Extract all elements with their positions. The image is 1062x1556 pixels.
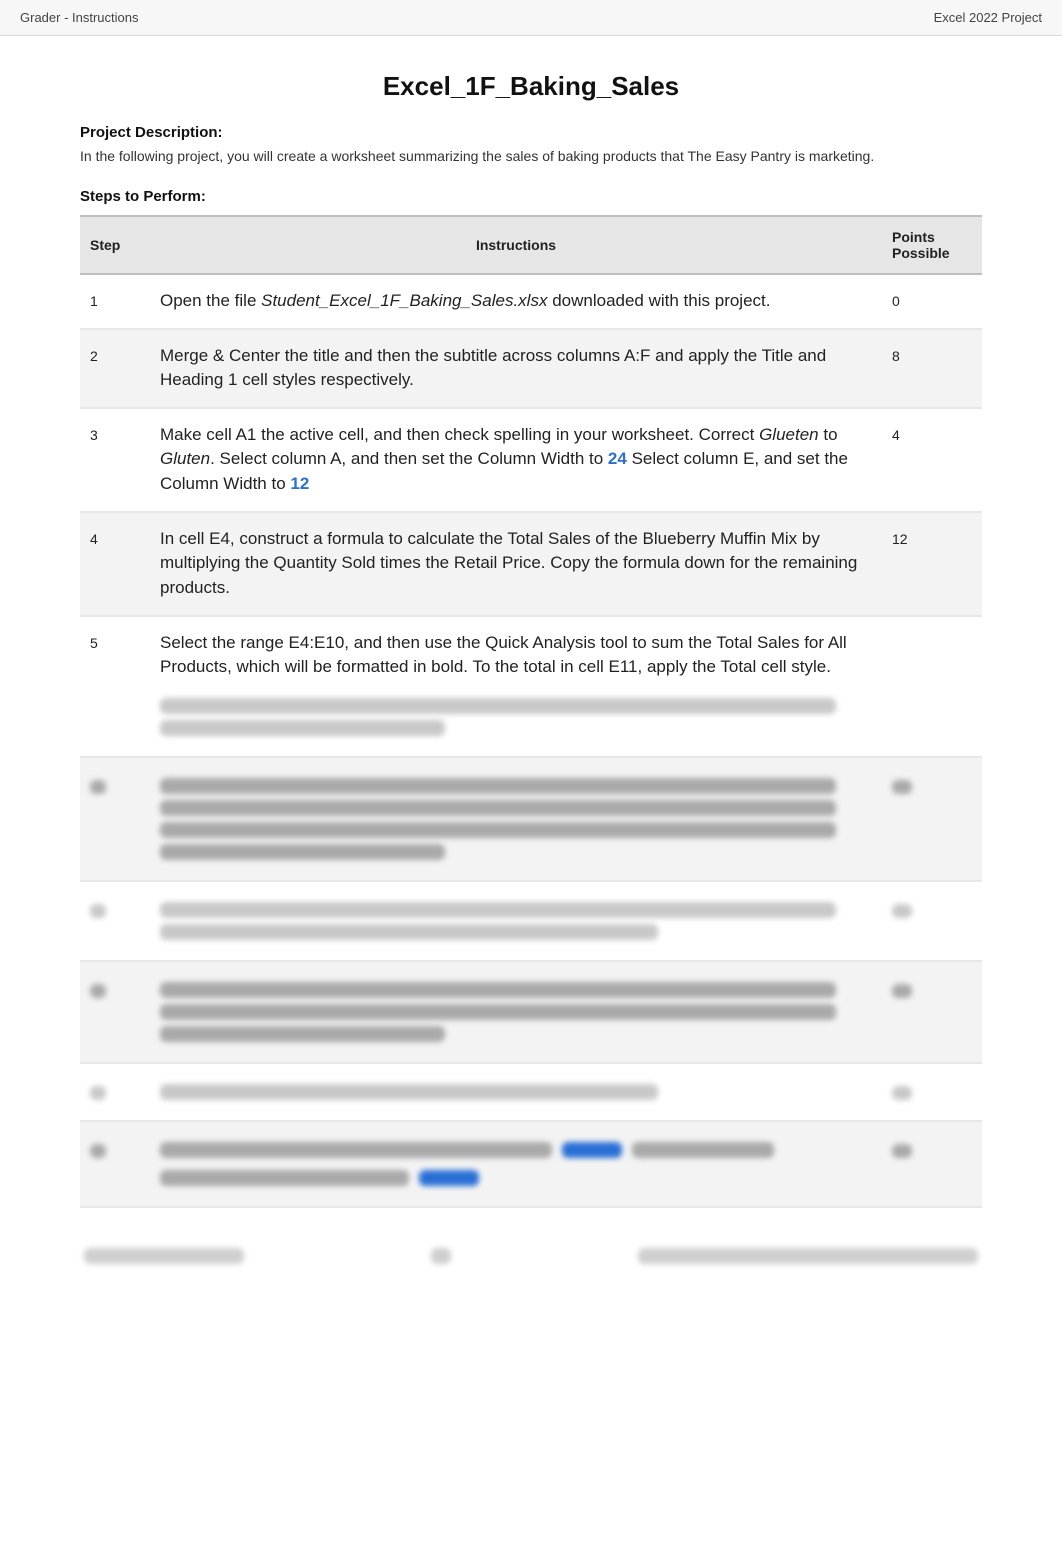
- italic-term: Gluten: [160, 449, 210, 468]
- step-instructions: Open the file Student_Excel_1F_Baking_Sa…: [150, 274, 882, 329]
- blurred-blue-content: [419, 1170, 479, 1186]
- table-row-blurred: [80, 1121, 982, 1207]
- instr-text: . Select column A, and then set the Colu…: [210, 449, 608, 468]
- blurred-content: [160, 822, 836, 838]
- table-header-row: Step Instructions Points Possible: [80, 216, 982, 274]
- blurred-content: [632, 1142, 774, 1158]
- blurred-content: [160, 924, 658, 940]
- step-instructions: In cell E4, construct a formula to calcu…: [150, 512, 882, 616]
- blurred-content: [160, 982, 836, 998]
- step-points: 12: [882, 512, 982, 616]
- blurred-content: [90, 904, 106, 918]
- blurred-content: [160, 1170, 409, 1186]
- blurred-content: [84, 1248, 244, 1264]
- table-row-blurred: [80, 881, 982, 961]
- instr-text: Select the range E4:E10, and then use th…: [160, 633, 847, 677]
- blurred-content: [892, 780, 912, 794]
- step-number: 2: [80, 329, 150, 408]
- step-number: 1: [80, 274, 150, 329]
- col-step: Step: [80, 216, 150, 274]
- blurred-content: [90, 1144, 106, 1158]
- step-points: 8: [882, 329, 982, 408]
- blurred-content: [160, 902, 836, 918]
- table-row: 3 Make cell A1 the active cell, and then…: [80, 408, 982, 512]
- project-description: In the following project, you will creat…: [80, 147, 982, 166]
- table-row-blurred: [80, 961, 982, 1063]
- blue-number: 24: [608, 449, 627, 468]
- blurred-content: [892, 1144, 912, 1158]
- col-points: Points Possible: [882, 216, 982, 274]
- instr-text: to: [819, 425, 838, 444]
- blurred-blue-content: [562, 1142, 622, 1158]
- instr-text: Make cell A1 the active cell, and then c…: [160, 425, 759, 444]
- file-name: Student_Excel_1F_Baking_Sales.xlsx: [261, 291, 547, 310]
- table-row: 5 Select the range E4:E10, and then use …: [80, 616, 982, 757]
- content: Excel_1F_Baking_Sales Project Descriptio…: [0, 36, 1062, 1304]
- table-row-blurred: [80, 757, 982, 881]
- page-title: Excel_1F_Baking_Sales: [80, 71, 982, 102]
- blurred-content: [160, 720, 445, 736]
- steps-heading: Steps to Perform:: [80, 188, 982, 205]
- header-right: Excel 2022 Project: [934, 10, 1042, 25]
- table-row: 4 In cell E4, construct a formula to cal…: [80, 512, 982, 616]
- blurred-content: [160, 844, 445, 860]
- blurred-content: [160, 1142, 552, 1158]
- italic-term: Glueten: [759, 425, 819, 444]
- col-instructions: Instructions: [150, 216, 882, 274]
- table-row: 2 Merge & Center the title and then the …: [80, 329, 982, 408]
- blurred-content: [90, 780, 106, 794]
- footer-blurred: [80, 1248, 982, 1264]
- step-number: 3: [80, 408, 150, 512]
- step-instructions: Make cell A1 the active cell, and then c…: [150, 408, 882, 512]
- blurred-content: [160, 1084, 658, 1100]
- blurred-content: [892, 984, 912, 998]
- steps-table: Step Instructions Points Possible 1 Open…: [80, 215, 982, 1208]
- step-number: 5: [80, 616, 150, 757]
- blurred-content: [160, 800, 836, 816]
- step-points: [882, 616, 982, 757]
- blurred-content: [160, 778, 836, 794]
- step-number: 4: [80, 512, 150, 616]
- instr-text: Open the file: [160, 291, 261, 310]
- instr-text: downloaded with this project.: [547, 291, 770, 310]
- blurred-content: [638, 1248, 978, 1264]
- blue-number: 12: [290, 474, 309, 493]
- header-bar: Grader - Instructions Excel 2022 Project: [0, 0, 1062, 36]
- blurred-content: [892, 904, 912, 918]
- step-points: 4: [882, 408, 982, 512]
- blurred-content: [90, 984, 106, 998]
- blurred-content: [90, 1086, 106, 1100]
- blurred-content: [892, 1086, 912, 1100]
- table-row-blurred: [80, 1063, 982, 1121]
- header-left: Grader - Instructions: [20, 10, 139, 25]
- blurred-content: [160, 698, 836, 714]
- step-instructions: Select the range E4:E10, and then use th…: [150, 616, 882, 757]
- blurred-content: [160, 1026, 445, 1042]
- blurred-content: [431, 1248, 451, 1264]
- table-row: 1 Open the file Student_Excel_1F_Baking_…: [80, 274, 982, 329]
- step-points: 0: [882, 274, 982, 329]
- project-description-heading: Project Description:: [80, 124, 982, 141]
- blurred-content: [160, 1004, 836, 1020]
- step-instructions: Merge & Center the title and then the su…: [150, 329, 882, 408]
